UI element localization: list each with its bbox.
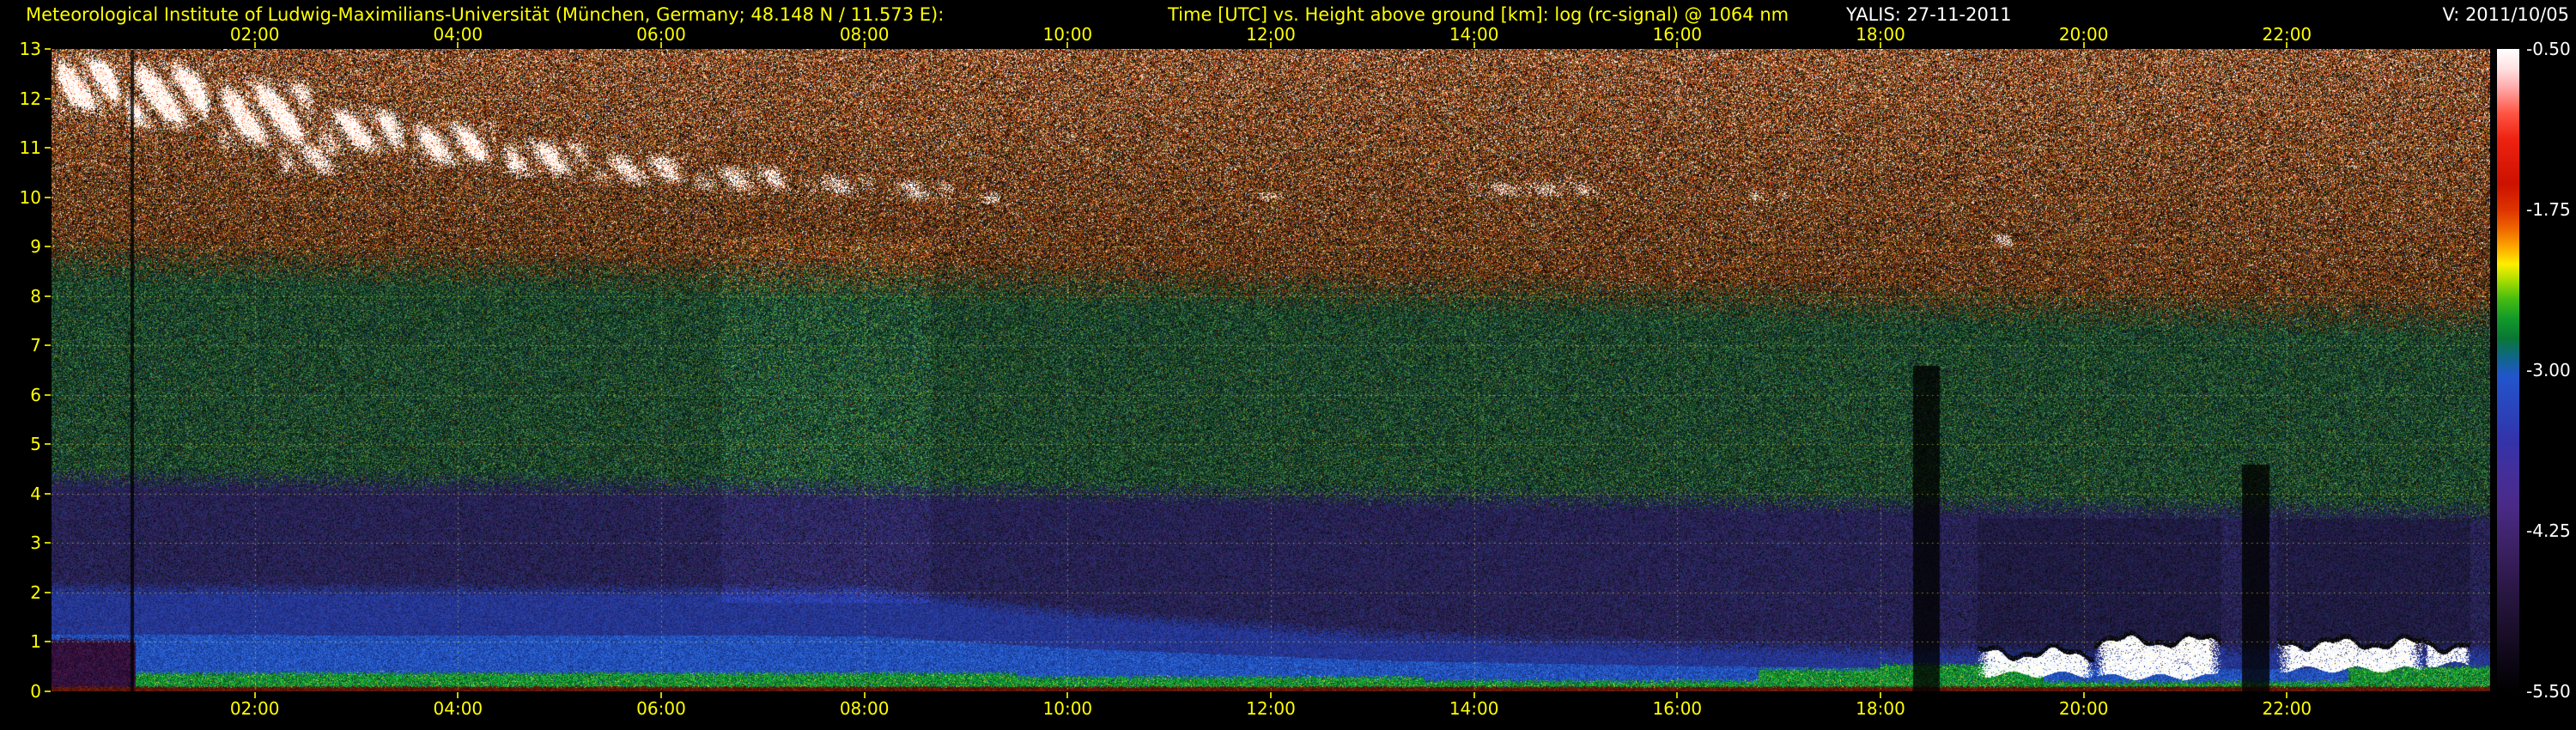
tick-mark (254, 42, 256, 48)
y-tick-label: 9 (9, 236, 41, 257)
plot-title: Time [UTC] vs. Height above ground [km]:… (1168, 4, 1789, 25)
colorbar-label: -3.00 (2526, 360, 2571, 380)
y-axis: 131211109876543210 (0, 0, 52, 730)
tick-mark (1270, 692, 1272, 698)
tick-mark (1880, 692, 1881, 698)
tick-mark (457, 42, 459, 48)
x-tick-label-bottom: 18:00 (1856, 698, 1905, 719)
tick-mark (45, 147, 51, 149)
y-tick-label: 3 (9, 532, 41, 553)
tick-mark (1473, 692, 1475, 698)
x-tick-label-bottom: 06:00 (636, 698, 686, 719)
instrument-date-label: YALIS: 27-11-2011 (1846, 4, 2012, 25)
y-tick-label: 4 (9, 484, 41, 504)
tick-mark (45, 344, 51, 346)
tick-mark (45, 246, 51, 247)
y-tick-label: 6 (9, 385, 41, 405)
tick-mark (45, 493, 51, 495)
tick-mark (1066, 42, 1068, 48)
tick-mark (2083, 42, 2085, 48)
x-axis-top: 02:0004:0006:0008:0010:0012:0014:0016:00… (0, 24, 2576, 46)
x-axis-bottom: 02:00 04:00 06:00 08:00 10:00 12:00 14:00 16:00… (0, 698, 2576, 721)
tick-mark (45, 690, 51, 692)
colorbar-gradient (2497, 49, 2519, 691)
colorbar-label: -1.75 (2526, 199, 2571, 220)
tick-mark (45, 641, 51, 642)
tick-mark (1066, 692, 1068, 698)
tick-mark (45, 592, 51, 593)
x-tick-label-bottom: 04:00 (434, 698, 483, 719)
tick-mark (2286, 692, 2287, 698)
tick-mark (864, 42, 866, 48)
tick-mark (457, 692, 459, 698)
tick-mark (1270, 42, 1272, 48)
x-tick-label-bottom: 08:00 (840, 698, 890, 719)
y-tick-label: 12 (9, 88, 41, 109)
tick-mark (2286, 42, 2287, 48)
tick-mark (45, 542, 51, 544)
y-tick-label: 10 (9, 187, 41, 208)
tick-mark (1676, 692, 1678, 698)
tick-mark (864, 692, 866, 698)
x-tick-label-bottom: 14:00 (1449, 698, 1499, 719)
tick-mark (1473, 42, 1475, 48)
x-tick-label-bottom: 10:00 (1043, 698, 1093, 719)
tick-mark (660, 42, 662, 48)
tick-mark (45, 394, 51, 396)
tick-mark (1880, 42, 1881, 48)
y-tick-label: 7 (9, 335, 41, 356)
tick-mark (1676, 42, 1678, 48)
y-tick-label: 5 (9, 434, 41, 454)
institute-title: Meteorological Institute of Ludwig-Maxim… (26, 4, 944, 25)
y-tick-label: 11 (9, 137, 41, 158)
tick-mark (45, 48, 51, 50)
tick-mark (45, 98, 51, 100)
x-tick-label-bottom: 20:00 (2059, 698, 2109, 719)
y-tick-label: 8 (9, 286, 41, 307)
colorbar-label: -4.25 (2526, 520, 2571, 541)
y-tick-label: 13 (9, 39, 41, 59)
tick-mark (45, 443, 51, 445)
x-tick-label-bottom: 16:00 (1653, 698, 1703, 719)
x-tick-label-bottom: 02:00 (230, 698, 280, 719)
version-label: V: 2011/10/05 (2443, 4, 2569, 25)
y-tick-label: 2 (9, 582, 41, 603)
x-tick-label-bottom: 12:00 (1246, 698, 1296, 719)
tick-mark (45, 295, 51, 297)
lidar-heatmap-plot (52, 49, 2490, 691)
x-tick-label-bottom: 22:00 (2263, 698, 2312, 719)
tick-mark (254, 692, 256, 698)
tick-mark (660, 692, 662, 698)
tick-mark (2083, 692, 2085, 698)
y-tick-label: 1 (9, 631, 41, 652)
tick-mark (45, 197, 51, 198)
